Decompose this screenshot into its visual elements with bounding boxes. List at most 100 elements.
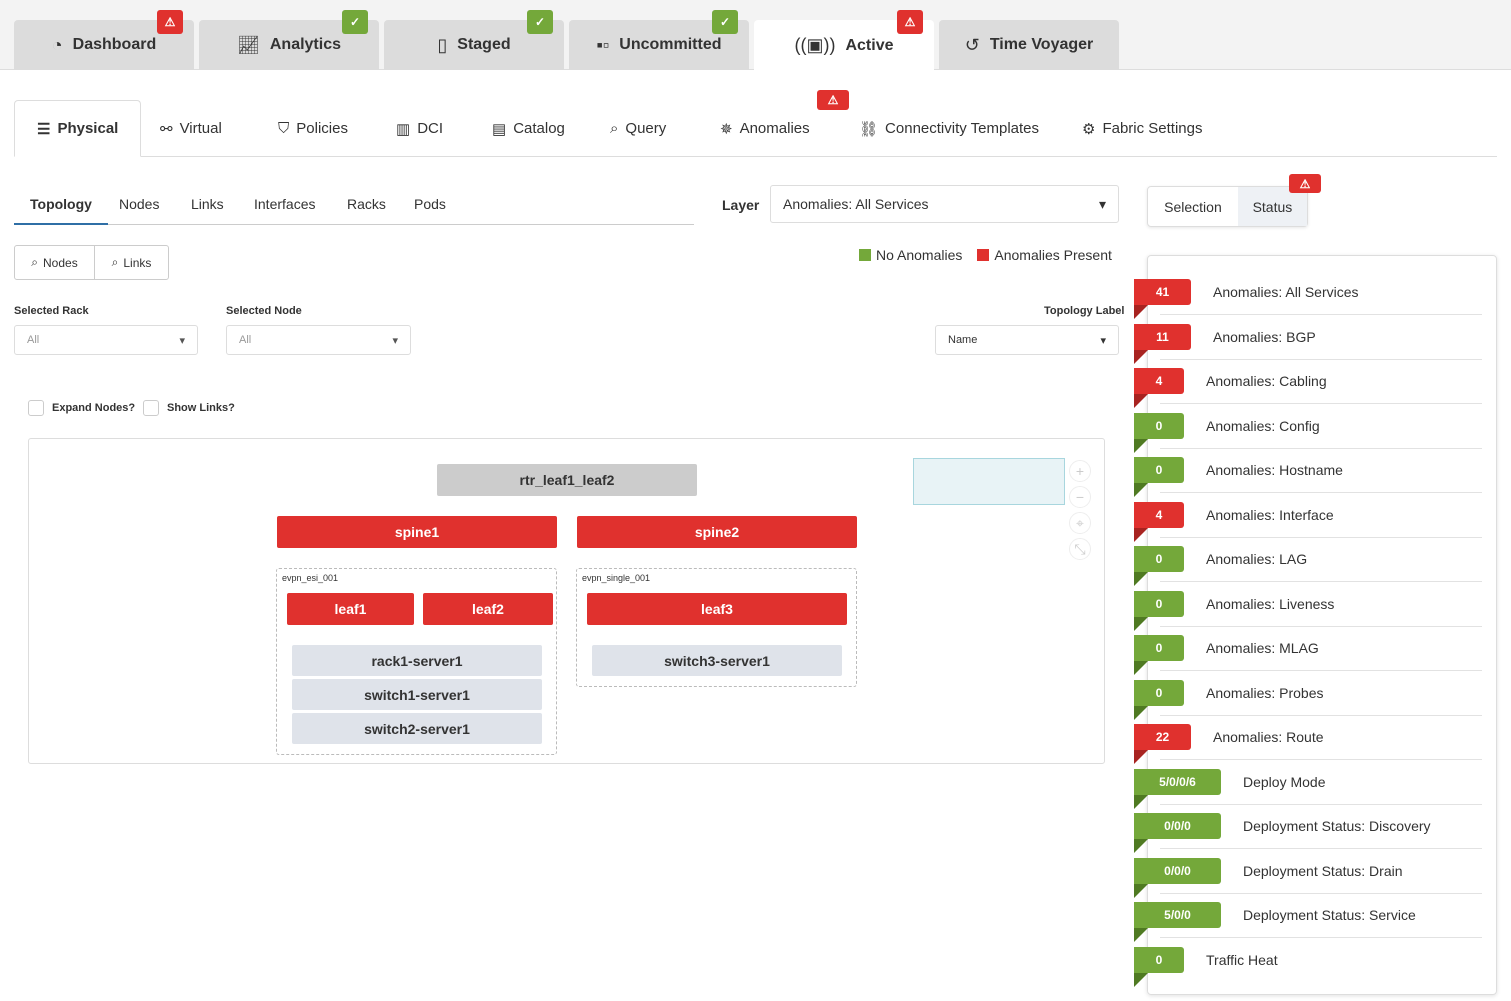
count-badge: 22 <box>1134 724 1191 764</box>
nav-connectivity-templates[interactable]: ⛓ Connectivity Templates <box>859 100 1039 157</box>
tab-staged[interactable]: ▯ Staged ✓ <box>384 10 564 70</box>
tab-active[interactable]: ((▣)) Active ⚠ <box>754 10 934 71</box>
server-node[interactable]: rack1-server1 <box>292 645 542 676</box>
status-label: Anomalies: Hostname <box>1206 462 1343 478</box>
nav-dci[interactable]: ▥ DCI <box>396 100 443 157</box>
count-badge: 0/0/0 <box>1134 857 1221 898</box>
divider <box>1160 759 1482 760</box>
dashboard-icon: ◔ <box>51 34 63 55</box>
status-row[interactable]: 0/0/0 Deployment Status: Discovery <box>1134 813 1431 853</box>
count-badge: 4 <box>1134 368 1184 408</box>
count-badge: 11 <box>1134 323 1191 364</box>
topology-label-label: Topology Label <box>1044 305 1125 317</box>
subtab-interfaces[interactable]: Interfaces <box>254 185 315 225</box>
tab-dashboard[interactable]: ◔ Dashboard ⚠ <box>14 10 194 70</box>
status-row[interactable]: 0 Anomalies: Config <box>1134 412 1320 453</box>
tab-time-voyager[interactable]: ↺ Time Voyager <box>939 20 1119 70</box>
status-label: Anomalies: Cabling <box>1206 373 1327 389</box>
status-row[interactable]: 22 Anomalies: Route <box>1134 724 1324 764</box>
subtab-nodes[interactable]: Nodes <box>119 185 159 225</box>
ok-badge: ✓ <box>712 10 738 34</box>
count-badge: 0 <box>1134 946 1184 987</box>
nav-query[interactable]: ⌕ Query <box>610 100 666 157</box>
main-nav: ☰ Physical ⚯ Virtual ⛉ Policies ▥ DCI ▤ Catal… <box>14 90 1497 157</box>
spine-node[interactable]: spine1 <box>277 516 557 548</box>
layer-select[interactable]: Anomalies: All Services ▾ <box>770 185 1119 223</box>
count-badge: 4 <box>1134 501 1184 542</box>
search-nodes-button[interactable]: ⌕ Nodes <box>14 245 95 280</box>
status-row[interactable]: 4 Anomalies: Interface <box>1134 501 1334 542</box>
fit-icon[interactable]: ⤡ <box>1069 538 1091 560</box>
leaf-node[interactable]: leaf3 <box>587 593 847 625</box>
spine-node[interactable]: spine2 <box>577 516 857 548</box>
search-links-button[interactable]: ⌕ Links <box>94 245 169 280</box>
rack-select[interactable]: All ▾ <box>14 325 198 355</box>
status-label: Anomalies: MLAG <box>1206 640 1319 656</box>
center-icon[interactable]: ⌖ <box>1069 512 1091 534</box>
tab-uncommitted[interactable]: ▪▫ Uncommitted ✓ <box>569 10 749 70</box>
server-node[interactable]: switch3-server1 <box>592 645 842 676</box>
status-label: Anomalies: Route <box>1213 729 1324 745</box>
router-node[interactable]: rtr_leaf1_leaf2 <box>437 464 697 496</box>
topology-label-select[interactable]: Name ▾ <box>935 325 1119 355</box>
count-badge: 5/0/0/6 <box>1134 768 1221 809</box>
shield-icon: ⛉ <box>278 120 290 137</box>
count-badge: 0 <box>1134 457 1184 497</box>
status-row[interactable]: 0 Anomalies: LAG <box>1134 546 1307 586</box>
chart-line-icon: 📈︎ <box>237 34 260 55</box>
nav-catalog[interactable]: ▤ Catalog <box>492 100 565 157</box>
uncommitted-icon: ▪▫ <box>596 34 610 55</box>
search-icon: ⌕ <box>31 255 39 269</box>
status-row[interactable]: 0 Anomalies: MLAG <box>1134 635 1319 675</box>
divider <box>1160 803 1482 805</box>
caret-down-icon: ▾ <box>1098 195 1106 212</box>
show-links-checkbox[interactable]: Show Links? <box>143 400 235 416</box>
count-badge: 41 <box>1134 279 1191 319</box>
divider <box>1160 670 1482 671</box>
ok-badge: ✓ <box>527 10 553 34</box>
status-row[interactable]: 41 Anomalies: All Services <box>1134 279 1359 319</box>
zoom-in-icon[interactable]: + <box>1069 460 1091 482</box>
tab-selection[interactable]: Selection <box>1148 187 1238 226</box>
subtab-topology[interactable]: Topology <box>14 185 108 225</box>
status-row[interactable]: 0 Traffic Heat <box>1134 946 1278 987</box>
nav-fabric-settings[interactable]: ⚙ Fabric Settings <box>1082 100 1203 157</box>
node-label: Selected Node <box>226 305 302 317</box>
subtab-links[interactable]: Links <box>191 185 224 225</box>
status-row[interactable]: 5/0/0 Deployment Status: Service <box>1134 902 1416 942</box>
status-label: Deployment Status: Discovery <box>1243 818 1431 834</box>
nav-virtual[interactable]: ⚯ Virtual <box>160 100 222 157</box>
status-row[interactable]: 11 Anomalies: BGP <box>1134 323 1316 364</box>
leaf-node[interactable]: leaf2 <box>423 593 553 625</box>
tab-analytics[interactable]: 📈︎ Analytics ✓ <box>199 10 379 70</box>
count-badge: 0 <box>1134 635 1184 675</box>
ok-badge: ✓ <box>342 10 368 34</box>
status-row[interactable]: 0/0/0 Deployment Status: Drain <box>1134 857 1403 898</box>
expand-nodes-checkbox[interactable]: Expand Nodes? <box>28 400 135 416</box>
subtab-pods[interactable]: Pods <box>414 185 446 225</box>
status-row[interactable]: 0 Anomalies: Probes <box>1134 679 1324 720</box>
status-label: Anomalies: All Services <box>1213 284 1359 300</box>
server-node[interactable]: switch1-server1 <box>292 679 542 710</box>
subtab-racks[interactable]: Racks <box>347 185 386 225</box>
status-label: Deploy Mode <box>1243 773 1326 790</box>
server-node[interactable]: switch2-server1 <box>292 713 542 744</box>
nav-policies[interactable]: ⛉ Policies <box>278 100 348 157</box>
nav-physical[interactable]: ☰ Physical <box>14 100 142 157</box>
status-row[interactable]: 0 Anomalies: Liveness <box>1134 590 1334 631</box>
subtabs: Topology Nodes Links Interfaces Racks Po… <box>14 185 694 225</box>
status-row[interactable]: 5/0/0/6 Deploy Mode <box>1134 768 1326 809</box>
status-label: Deployment Status: Drain <box>1243 862 1403 879</box>
zoom-out-icon[interactable]: − <box>1069 486 1091 508</box>
catalog-icon: ▤ <box>492 120 507 138</box>
status-row[interactable]: 0 Anomalies: Hostname <box>1134 457 1343 497</box>
network-icon: ⚯ <box>160 120 173 138</box>
leaf-node[interactable]: leaf1 <box>287 593 414 625</box>
panel-tabs: Selection Status <box>1147 186 1308 227</box>
nav-anomalies[interactable]: ✵ Anomalies ⚠ <box>720 90 849 157</box>
status-label: Anomalies: Config <box>1206 417 1320 434</box>
node-select[interactable]: All ▾ <box>226 325 411 355</box>
status-row[interactable]: 4 Anomalies: Cabling <box>1134 368 1327 408</box>
templates-icon: ⛓ <box>859 120 879 138</box>
minimap[interactable] <box>913 458 1065 505</box>
